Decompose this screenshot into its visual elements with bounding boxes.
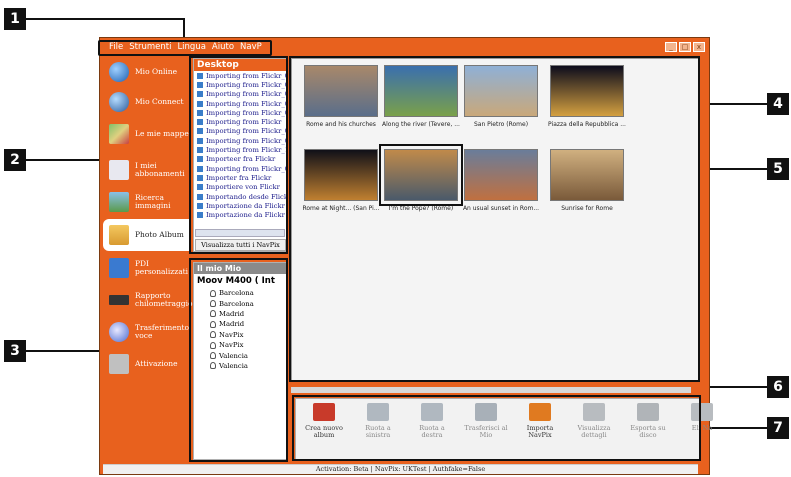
photo-caption: Sunrise for Rome (561, 205, 613, 212)
maximize-icon[interactable]: □ (679, 42, 691, 52)
delete-button[interactable]: Eli Na (678, 403, 726, 432)
photo-thumbnail[interactable]: San Pietro (Rome) (460, 65, 542, 128)
toolbar-button-label: Esporta su disco (630, 424, 666, 439)
callout-5: 5 (767, 158, 789, 180)
callout-4: 4 (767, 93, 789, 115)
toolbar-button-label: Eli Na (691, 424, 713, 432)
photo-image (464, 149, 538, 201)
sidebar-item-ricerca[interactable]: Ricerca immagini (103, 186, 189, 218)
photo-caption: Piazza della Repubblica ... (548, 121, 626, 128)
photo-caption: Along the river (Tevere, ... (382, 121, 460, 128)
sidebar-item-label: Mio Connect (135, 97, 184, 106)
export-button[interactable]: Esporta su disco (624, 403, 672, 439)
voice-icon (109, 322, 129, 342)
sidebar-item-label: Rapporto chilometraggio (135, 291, 193, 308)
sidebar-item-mio-connect[interactable]: Mio Connect (103, 86, 189, 118)
photo-image (550, 149, 624, 201)
toolbar-button-label: Trasferisci al Mio (464, 424, 508, 439)
toolbar-button-label: Importa NavPix (526, 424, 554, 439)
sidebar-item-photo-album[interactable]: Photo Album (103, 219, 189, 251)
rotate-left-icon (367, 403, 389, 421)
map-icon (109, 124, 129, 144)
sidebar-item-attivazione[interactable]: Attivazione (103, 348, 189, 380)
key-icon (109, 354, 129, 374)
sidebar-item-mio-online[interactable]: Mio Online (103, 56, 189, 88)
sidebar-item-label: I miei abbonamenti (135, 161, 185, 178)
callout-3: 3 (4, 340, 26, 362)
export-icon (637, 403, 659, 421)
desktop-highlight-frame (189, 56, 288, 254)
photo-thumbnail[interactable]: Along the river (Tevere, ... (380, 65, 462, 128)
sidebar-item-rapporto[interactable]: Rapporto chilometraggio (103, 284, 193, 316)
toolbar-button-label: Ruota a sinistra (365, 424, 391, 439)
callout-2: 2 (4, 149, 26, 171)
sidebar-item-label: PDI personalizzati (135, 259, 189, 276)
photo-thumbnail[interactable]: Sunrise for Rome (546, 149, 628, 212)
photo-caption: San Pietro (Rome) (473, 121, 529, 128)
import-button[interactable]: Importa NavPix (516, 403, 564, 439)
menu-highlight-frame (98, 40, 272, 56)
details-icon (583, 403, 605, 421)
gallery-status-strip (291, 387, 691, 393)
photo-image (384, 65, 458, 117)
toolbar-button-label: Crea nuovo album (305, 424, 343, 439)
photo-caption: An usual sunset in Rom... (462, 205, 540, 212)
sidebar-item-label: Mio Online (135, 67, 178, 76)
sidebar-nav: Mio Online Mio Connect Le mie mappe I mi… (103, 56, 193, 456)
photo-caption: Rome at Night... (San Pi... (302, 205, 380, 212)
photo-image (304, 65, 378, 117)
globe-connect-icon (109, 92, 129, 112)
photo-thumbnail[interactable]: Piazza della Repubblica ... (546, 65, 628, 128)
photo-image (304, 149, 378, 201)
photo-image (550, 65, 624, 117)
image-search-icon (109, 192, 129, 212)
sidebar-item-abbonamenti[interactable]: I miei abbonamenti (103, 154, 189, 186)
action-toolbar: Crea nuovo album Ruota a sinistra Ruota a … (295, 398, 713, 460)
mail-icon (109, 160, 129, 180)
transfer-icon (475, 403, 497, 421)
callout-1: 1 (4, 8, 26, 30)
sidebar-item-label: Attivazione (135, 359, 178, 368)
sidebar-item-label: Trasferimento voce (135, 323, 190, 340)
window-controls: _ □ x (665, 42, 705, 52)
photo-thumbnail[interactable]: An usual sunset in Rom... (460, 149, 542, 212)
toolbar-button-label: Visualizza dettagli (577, 424, 611, 439)
folder-icon (109, 225, 129, 245)
sidebar-item-label: Le mie mappe (135, 129, 189, 138)
sidebar-item-mappe[interactable]: Le mie mappe (103, 118, 189, 150)
poi-icon (109, 258, 129, 278)
delete-icon (691, 403, 713, 421)
toolbar-button-label: Ruota a destra (419, 424, 445, 439)
sidebar-item-label: Photo Album (135, 230, 184, 239)
odometer-icon (109, 295, 129, 305)
callout-7: 7 (767, 417, 789, 439)
import-icon (529, 403, 551, 421)
rotate-right-icon (421, 403, 443, 421)
callout-6: 6 (767, 376, 789, 398)
photo-caption: I'm the Pope? (Rome) (388, 205, 454, 212)
photo-thumbnail[interactable]: I'm the Pope? (Rome) (379, 144, 463, 212)
photo-thumbnail[interactable]: Rome at Night... (San Pi... (300, 149, 382, 212)
new-album-button[interactable]: Crea nuovo album (300, 403, 348, 439)
transfer-button[interactable]: Trasferisci al Mio (462, 403, 510, 439)
rotate-right-button[interactable]: Ruota a destra (408, 403, 456, 439)
details-button[interactable]: Visualizza dettagli (570, 403, 618, 439)
photo-image (379, 144, 463, 206)
sidebar-item-pdi[interactable]: PDI personalizzati (103, 252, 189, 284)
status-bar: Activation: Beta | NavPix: UKTest | Auth… (103, 464, 698, 474)
minimize-icon[interactable]: _ (665, 42, 677, 52)
sidebar-item-label: Ricerca immagini (135, 193, 171, 210)
photo-caption: Rome and his churches (306, 121, 376, 128)
callout-line (26, 18, 184, 20)
photo-image (464, 65, 538, 117)
globe-icon (109, 62, 129, 82)
photo-gallery: Rome and his churches Along the river (Te… (291, 58, 700, 382)
mio-highlight-frame (189, 258, 288, 462)
sidebar-item-voce[interactable]: Trasferimento voce (103, 316, 189, 348)
rotate-left-button[interactable]: Ruota a sinistra (354, 403, 402, 439)
new-album-icon (313, 403, 335, 421)
photo-thumbnail[interactable]: Rome and his churches (300, 65, 382, 128)
close-icon[interactable]: x (693, 42, 705, 52)
